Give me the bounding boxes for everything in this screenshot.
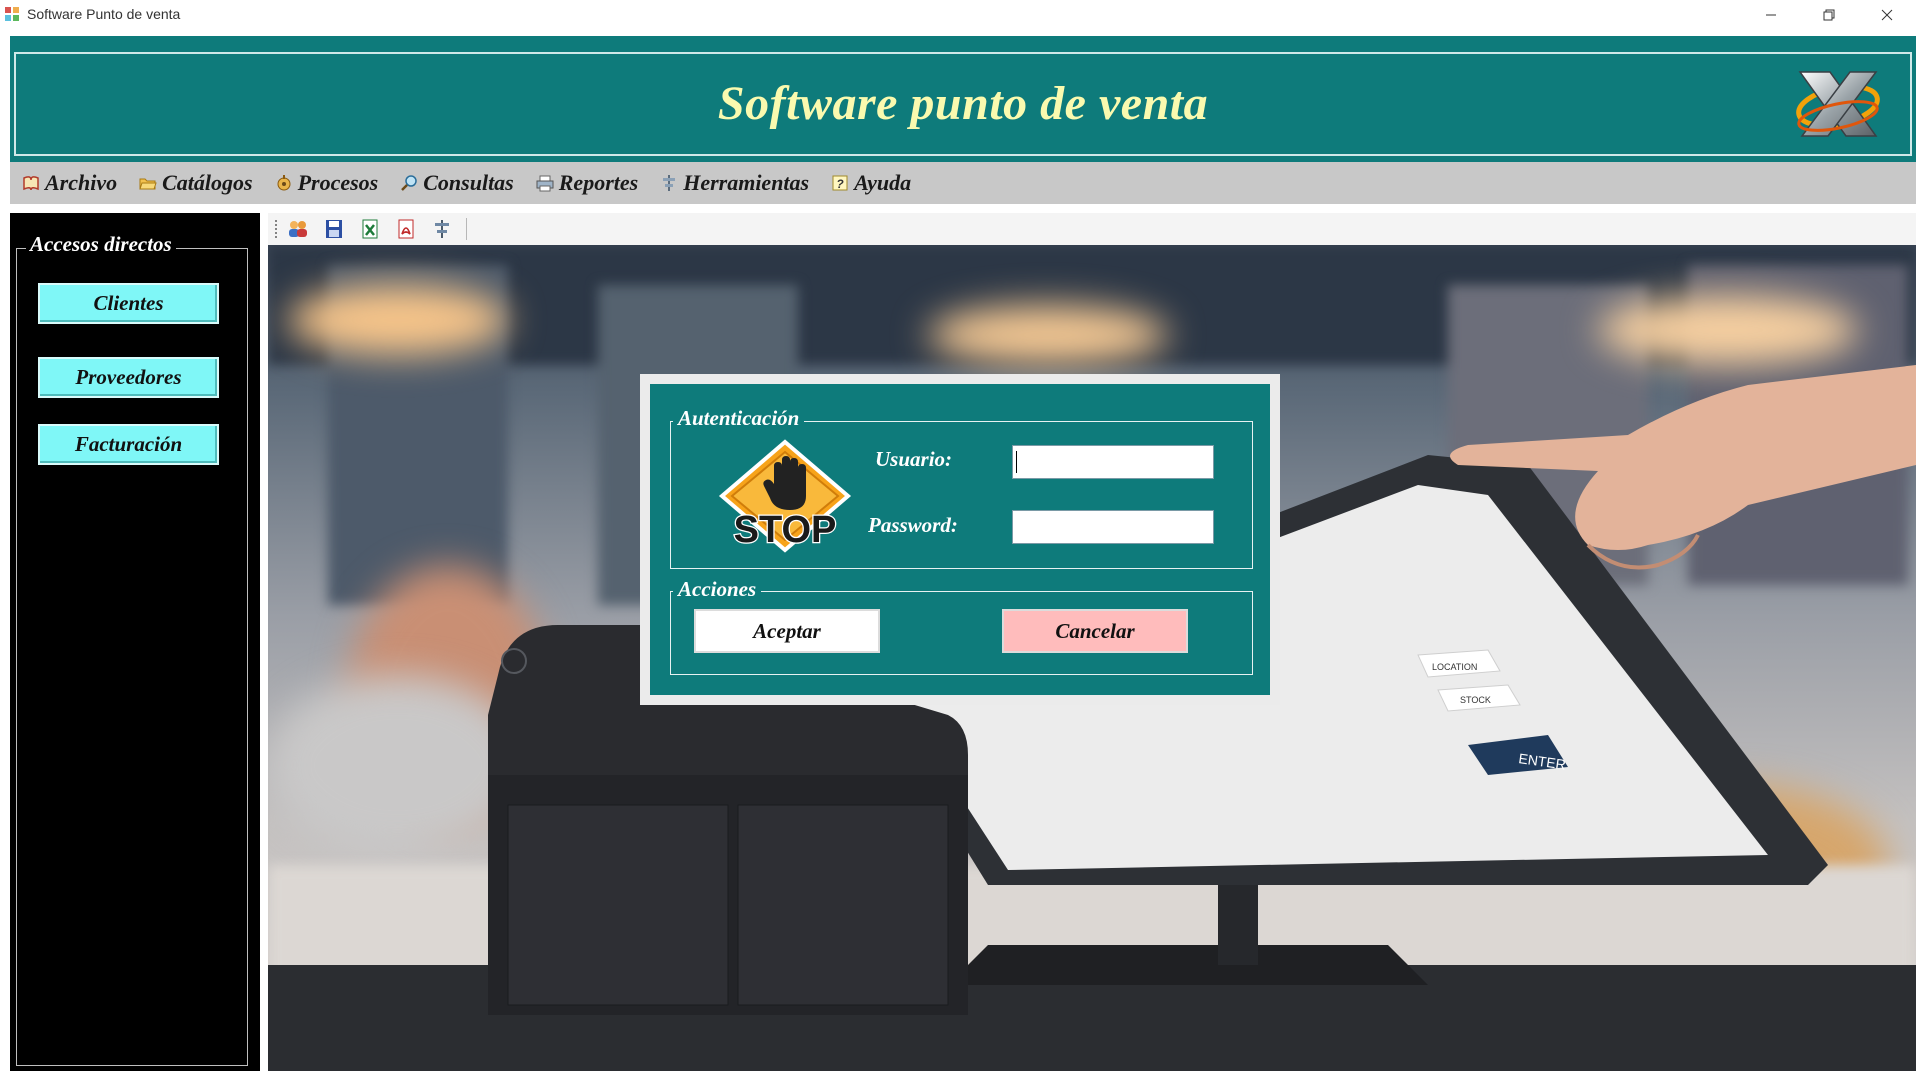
- menu-procesos[interactable]: Procesos: [275, 170, 379, 196]
- facturacion-button[interactable]: Facturación: [38, 424, 219, 465]
- menu-reportes-label: Reportes: [558, 170, 639, 195]
- toolbar-separator: [466, 218, 467, 240]
- banner-title: Software punto de venta: [717, 77, 1209, 130]
- login-dialog: Autenticación STOP Usuario: Password: Ac…: [640, 374, 1280, 705]
- window-titlebar: Software Punto de venta: [0, 0, 1919, 30]
- menu-ayuda[interactable]: ? Ayuda: [831, 170, 911, 196]
- toolbar-users-button[interactable]: [284, 216, 312, 242]
- pdf-icon: [398, 219, 414, 239]
- menu-ayuda-label: Ayuda: [854, 170, 912, 195]
- usuario-input[interactable]: [1012, 445, 1214, 479]
- book-icon: [23, 176, 39, 191]
- toolbar: [268, 213, 1916, 245]
- minimize-button[interactable]: [1742, 0, 1800, 30]
- restore-button[interactable]: [1800, 0, 1858, 30]
- sidebar-panel: Accesos directos Clientes Proveedores Fa…: [10, 213, 260, 1071]
- process-icon: [277, 175, 291, 191]
- excel-icon: [362, 219, 378, 239]
- proveedores-button[interactable]: Proveedores: [38, 357, 219, 398]
- menu-catalogos-label: Catálogos: [162, 170, 253, 195]
- printer-icon: [536, 175, 554, 192]
- close-button[interactable]: [1858, 0, 1916, 30]
- restore-icon: [1823, 9, 1835, 21]
- menu-archivo[interactable]: Archivo: [22, 170, 117, 196]
- toolbar-save-button[interactable]: [320, 216, 348, 242]
- password-label: Password:: [868, 513, 958, 537]
- menu-archivo-label: Archivo: [45, 170, 118, 195]
- folder-icon: [139, 178, 157, 190]
- menu-procesos-label: Procesos: [297, 170, 379, 195]
- menu-herramientas-label: Herramientas: [683, 170, 810, 195]
- tools-icon: [663, 175, 676, 191]
- stop-sign-text: STOP: [734, 509, 837, 551]
- toolbar-tools-button[interactable]: [428, 216, 456, 242]
- tools-icon: [435, 220, 449, 238]
- app-icon: [5, 7, 19, 21]
- sidebar-legend: Accesos directos: [26, 232, 176, 257]
- cancelar-button[interactable]: Cancelar: [1002, 609, 1188, 653]
- login-dialog-body: Autenticación STOP Usuario: Password: Ac…: [650, 384, 1270, 695]
- usuario-field-wrap: [1012, 445, 1214, 479]
- menu-consultas-label: Consultas: [423, 170, 514, 195]
- actions-legend: Acciones: [673, 577, 762, 602]
- menu-reportes[interactable]: Reportes: [536, 170, 638, 196]
- aceptar-button[interactable]: Aceptar: [694, 609, 880, 653]
- users-icon: [289, 221, 307, 237]
- header-banner: Software punto de venta: [10, 36, 1916, 162]
- close-icon: [1881, 9, 1893, 21]
- menu-herramientas[interactable]: Herramientas: [660, 170, 809, 196]
- scene-lamp: [288, 285, 508, 355]
- toolbar-grip[interactable]: [274, 219, 278, 239]
- minimize-icon: [1766, 14, 1776, 16]
- save-icon: [326, 220, 342, 238]
- toolbar-pdf-button[interactable]: [392, 216, 420, 242]
- hand-image: [1450, 365, 1916, 570]
- menu-catalogos[interactable]: Catálogos: [139, 170, 253, 196]
- auth-legend: Autenticación: [673, 406, 805, 431]
- window-title: Software Punto de venta: [27, 6, 181, 22]
- clientes-button[interactable]: Clientes: [38, 283, 219, 324]
- menu-bar: Archivo Catálogos Procesos Consultas Rep…: [10, 162, 1916, 204]
- text-caret: [1016, 451, 1017, 473]
- x-logo-icon: [1796, 71, 1880, 137]
- screen-location-label: LOCATION: [1432, 662, 1477, 672]
- toolbar-excel-button[interactable]: [356, 216, 384, 242]
- svg-text:?: ?: [836, 177, 844, 191]
- screen-stock-label: STOCK: [1460, 695, 1491, 705]
- magnifier-icon: [401, 175, 417, 191]
- scene-lamp: [928, 305, 1168, 365]
- menu-consultas[interactable]: Consultas: [400, 170, 514, 196]
- password-input[interactable]: [1012, 510, 1214, 544]
- stop-sign-icon: STOP: [718, 439, 852, 553]
- help-icon: ?: [832, 175, 848, 191]
- usuario-label: Usuario:: [875, 447, 953, 471]
